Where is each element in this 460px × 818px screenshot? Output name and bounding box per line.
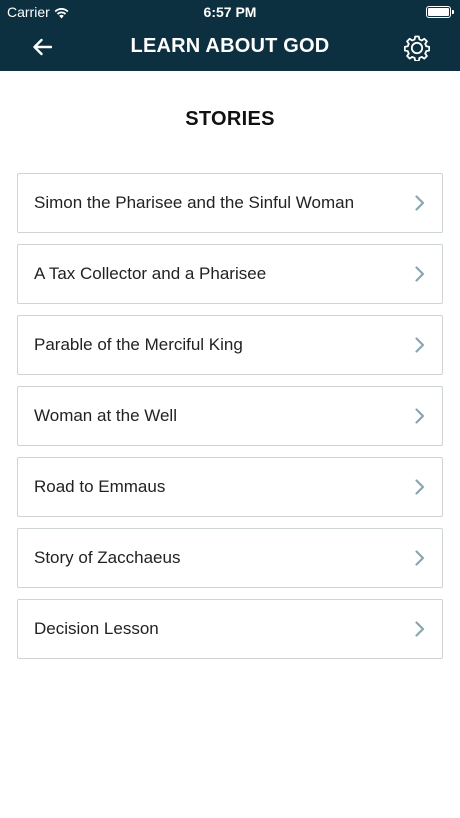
chevron-right-icon [415, 266, 425, 282]
battery-level [428, 8, 449, 16]
chevron-right-icon [415, 621, 425, 637]
story-list: Simon the Pharisee and the Sinful Woman … [17, 173, 443, 670]
story-label: A Tax Collector and a Pharisee [34, 264, 267, 283]
story-label: Decision Lesson [34, 619, 159, 638]
app-header: Carrier 6:57 PM LEARN ABOUT GOD [0, 0, 460, 71]
gear-icon [404, 35, 430, 61]
section-title: STORIES [185, 108, 275, 130]
story-item-woman-at-the-well[interactable]: Woman at the Well [17, 386, 443, 446]
story-label: Simon the Pharisee and the Sinful Woman [34, 193, 355, 212]
story-label: Road to Emmaus [34, 477, 166, 496]
story-item-road-to-emmaus[interactable]: Road to Emmaus [17, 457, 443, 517]
story-label: Story of Zacchaeus [34, 548, 181, 567]
nav-bar: LEARN ABOUT GOD [0, 24, 460, 71]
back-arrow-icon [33, 38, 52, 56]
story-label: Woman at the Well [34, 406, 177, 425]
back-button[interactable] [24, 32, 60, 62]
chevron-right-icon [415, 479, 425, 495]
story-label: Parable of the Merciful King [34, 335, 243, 354]
story-item-simon-the-pharisee[interactable]: Simon the Pharisee and the Sinful Woman [17, 173, 443, 233]
battery-icon [426, 6, 454, 18]
story-item-decision-lesson[interactable]: Decision Lesson [17, 599, 443, 659]
chevron-right-icon [415, 408, 425, 424]
story-item-tax-collector[interactable]: A Tax Collector and a Pharisee [17, 244, 443, 304]
status-bar: Carrier 6:57 PM [0, 0, 460, 24]
status-time: 6:57 PM [203, 4, 257, 20]
story-item-merciful-king[interactable]: Parable of the Merciful King [17, 315, 443, 375]
chevron-right-icon [415, 195, 425, 211]
page-title: LEARN ABOUT GOD [130, 35, 330, 57]
settings-button[interactable] [402, 33, 432, 63]
chevron-right-icon [415, 337, 425, 353]
chevron-right-icon [415, 550, 425, 566]
story-item-zacchaeus[interactable]: Story of Zacchaeus [17, 528, 443, 588]
